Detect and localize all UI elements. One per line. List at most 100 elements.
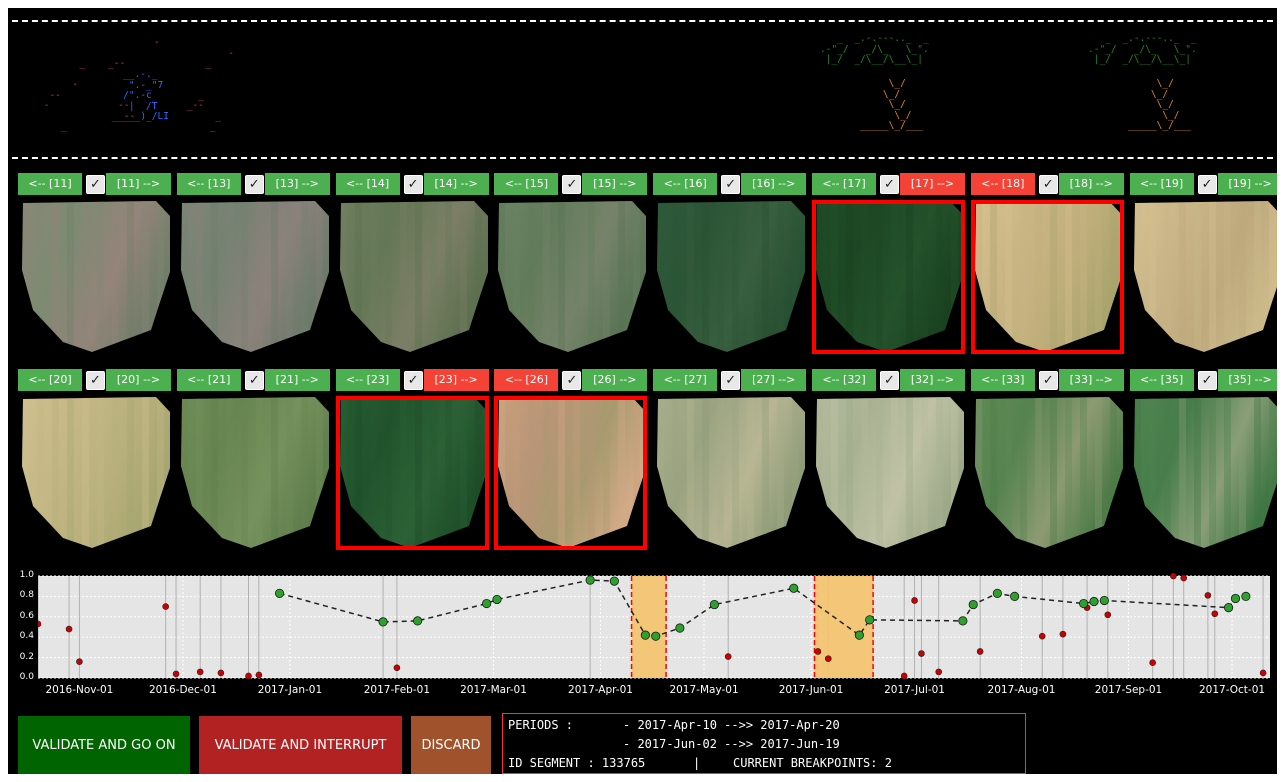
checkmark-icon[interactable]: ✓	[562, 175, 582, 194]
next-breakpoint-button[interactable]: [20] -->	[106, 369, 171, 391]
next-breakpoint-button[interactable]: [35] -->	[1217, 369, 1277, 391]
checkmark-icon[interactable]: ✓	[403, 175, 423, 194]
checkmark-icon[interactable]: ✓	[1038, 175, 1058, 194]
validate-go-on-button[interactable]: VALIDATE AND GO ON	[18, 716, 190, 774]
other-point	[65, 625, 73, 633]
prev-breakpoint-button[interactable]: <-- [11]	[18, 173, 82, 195]
thumbnail-controls: <-- [20] ✓ [20] -->	[18, 369, 171, 391]
field-thumbnail[interactable]	[494, 200, 647, 354]
discard-button[interactable]: DISCARD	[411, 716, 491, 774]
next-breakpoint-button[interactable]: [11] -->	[106, 173, 171, 195]
prev-breakpoint-button[interactable]: <-- [18]	[970, 173, 1035, 195]
current-breakpoints: CURRENT BREAKPOINTS: 2	[733, 756, 892, 770]
other-point	[814, 648, 822, 655]
field-image	[180, 397, 329, 548]
other-point	[1038, 632, 1046, 640]
field-thumbnail[interactable]	[177, 200, 330, 354]
prev-breakpoint-button[interactable]: <-- [26]	[494, 369, 559, 391]
selected-point	[1241, 591, 1251, 602]
selection-highlight	[335, 396, 489, 550]
period-1: - 2017-Apr-10 -->> 2017-Apr-20	[623, 718, 840, 732]
selected-point	[482, 598, 492, 609]
prev-breakpoint-button[interactable]: <-- [23]	[335, 369, 400, 391]
next-breakpoint-button[interactable]: [13] -->	[264, 173, 330, 195]
next-breakpoint-button[interactable]: [14] -->	[423, 173, 489, 195]
y-tick-label: 0.6	[19, 610, 34, 621]
field-image	[180, 201, 329, 352]
other-point	[1259, 669, 1267, 677]
selected-point	[992, 588, 1002, 598]
checkmark-icon[interactable]: ✓	[86, 175, 105, 194]
other-point	[1170, 573, 1177, 580]
checkmark-icon[interactable]: ✓	[721, 175, 741, 194]
prev-breakpoint-button[interactable]: <-- [35]	[1129, 369, 1194, 391]
other-point	[162, 603, 169, 610]
checkmark-icon[interactable]: ✓	[86, 371, 105, 390]
selected-point	[274, 588, 285, 598]
checkmark-icon[interactable]: ✓	[1038, 371, 1058, 390]
prev-breakpoint-button[interactable]: <-- [19]	[1129, 173, 1194, 195]
checkmark-icon[interactable]: ✓	[244, 371, 264, 390]
next-breakpoint-button[interactable]: [33] -->	[1058, 369, 1124, 391]
validate-interrupt-button[interactable]: VALIDATE AND INTERRUPT	[199, 716, 402, 774]
selected-point	[640, 630, 650, 640]
other-point	[724, 653, 732, 660]
prev-breakpoint-button[interactable]: <-- [17]	[812, 173, 876, 195]
checkmark-icon[interactable]: ✓	[562, 371, 582, 390]
next-breakpoint-button[interactable]: [21] -->	[264, 369, 330, 391]
prev-breakpoint-button[interactable]: <-- [16]	[653, 173, 718, 195]
field-thumbnail[interactable]	[18, 396, 171, 550]
other-point	[1204, 592, 1212, 599]
next-breakpoint-button[interactable]: [26] -->	[582, 369, 648, 391]
selected-point	[378, 617, 388, 627]
field-thumbnail[interactable]	[812, 396, 965, 550]
next-breakpoint-button[interactable]: [17] -->	[900, 173, 965, 195]
x-tick-label: 2016-Dec-01	[148, 684, 217, 696]
field-thumbnail[interactable]	[653, 396, 806, 550]
field-thumbnail[interactable]	[653, 200, 806, 354]
checkmark-icon[interactable]: ✓	[721, 371, 741, 390]
app-canvas: - - _ _-- _ __.-._ ".-_"7 /".-c | /T ___…	[8, 8, 1277, 774]
checkmark-icon[interactable]: ✓	[244, 175, 264, 194]
checkmark-icon[interactable]: ✓	[880, 371, 899, 390]
field-image	[1133, 397, 1277, 548]
next-breakpoint-button[interactable]: [16] -->	[741, 173, 807, 195]
ascii-palm-trunk-2: \_/ \_/ \_/ \_/ _____\_/___	[1128, 78, 1191, 131]
thumbnail-controls: <-- [11] ✓ [11] -->	[18, 173, 171, 195]
checkmark-icon[interactable]: ✓	[1197, 175, 1217, 194]
field-thumbnail[interactable]	[18, 200, 171, 354]
field-thumbnail[interactable]	[1130, 396, 1277, 550]
next-breakpoint-button[interactable]: [19] -->	[1217, 173, 1277, 195]
prev-breakpoint-button[interactable]: <-- [33]	[970, 369, 1035, 391]
prev-breakpoint-button[interactable]: <-- [32]	[812, 369, 876, 391]
prev-breakpoint-button[interactable]: <-- [27]	[653, 369, 718, 391]
selected-point	[675, 623, 685, 633]
thumbnail-controls: <-- [19] ✓ [19] -->	[1129, 173, 1277, 195]
checkmark-icon[interactable]: ✓	[403, 371, 423, 390]
selected-point	[651, 631, 661, 641]
other-point	[935, 668, 943, 676]
prev-breakpoint-button[interactable]: <-- [21]	[176, 369, 241, 391]
next-breakpoint-button[interactable]: [27] -->	[741, 369, 807, 391]
next-breakpoint-button[interactable]: [23] -->	[423, 369, 489, 391]
field-thumbnail[interactable]	[1130, 200, 1277, 354]
checkmark-icon[interactable]: ✓	[1197, 371, 1217, 390]
prev-breakpoint-button[interactable]: <-- [13]	[176, 173, 241, 195]
field-thumbnail[interactable]	[971, 396, 1124, 550]
next-breakpoint-button[interactable]: [15] -->	[582, 173, 648, 195]
prev-breakpoint-button[interactable]: <-- [15]	[494, 173, 559, 195]
next-breakpoint-button[interactable]: [32] -->	[900, 369, 965, 391]
x-tick-label: 2017-Jul-01	[884, 684, 945, 696]
field-thumbnail[interactable]	[336, 200, 489, 354]
next-breakpoint-button[interactable]: [18] -->	[1058, 173, 1124, 195]
prev-breakpoint-button[interactable]: <-- [14]	[335, 173, 400, 195]
checkmark-icon[interactable]: ✓	[880, 175, 899, 194]
thumbnail-controls: <-- [18] ✓ [18] -->	[970, 173, 1124, 195]
x-tick-label: 2017-Mar-01	[460, 684, 527, 696]
field-thumbnail[interactable]	[177, 396, 330, 550]
periods-label: PERIODS :	[508, 718, 574, 732]
prev-breakpoint-button[interactable]: <-- [20]	[18, 369, 82, 391]
field-image	[816, 397, 964, 548]
field-image	[339, 201, 488, 352]
selected-point	[1010, 591, 1020, 602]
